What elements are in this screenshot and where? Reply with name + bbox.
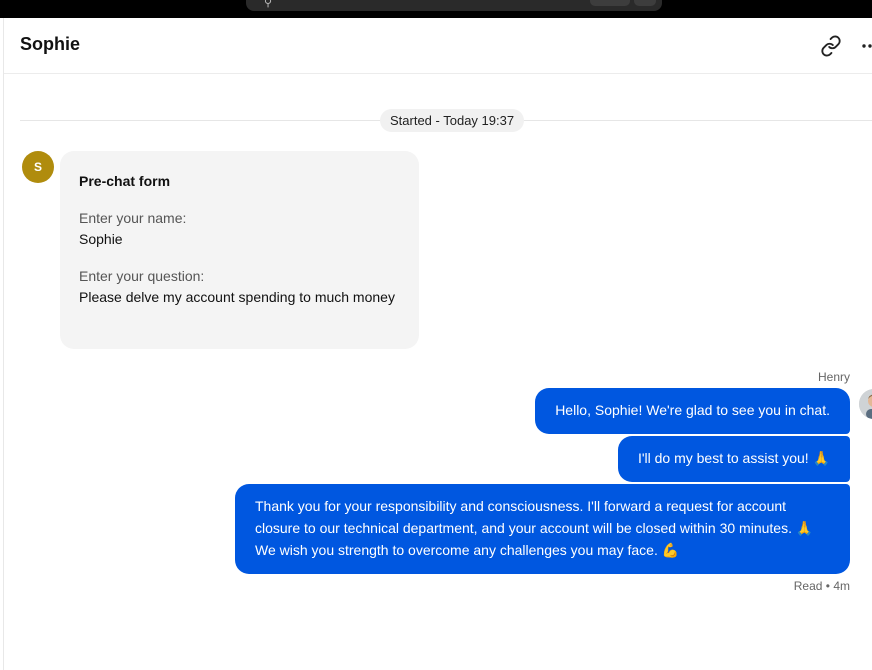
agent-message: Thank you for your responsibility and co… xyxy=(235,484,850,574)
top-search-bar[interactable]: ⚲ xyxy=(246,0,662,11)
top-bar-button[interactable] xyxy=(590,0,630,6)
form-field-value: Please delve my account spending to much… xyxy=(79,289,395,305)
form-field-value: Sophie xyxy=(79,231,123,247)
agent-photo xyxy=(859,389,872,419)
chat-panel: Sophie Started - Today 19:37 S Pre-chat … xyxy=(3,18,872,670)
agent-avatar xyxy=(859,389,872,419)
chat-title: Sophie xyxy=(20,34,81,54)
chat-started-label: Started - Today 19:37 xyxy=(380,109,525,132)
agent-message: Hello, Sophie! We're glad to see you in … xyxy=(535,388,850,434)
search-icon: ⚲ xyxy=(264,0,273,9)
top-bar-button[interactable] xyxy=(634,0,656,6)
agent-name: Henry xyxy=(817,370,850,384)
top-window-bar: ⚲ xyxy=(0,0,872,18)
customer-avatar: S xyxy=(22,151,54,183)
prechat-form-card: Pre-chat form Enter your name: Sophie En… xyxy=(60,151,419,349)
agent-message: I'll do my best to assist you! 🙏 xyxy=(617,436,850,482)
more-options-button[interactable] xyxy=(860,35,872,57)
form-field-label: Enter your question: xyxy=(79,268,205,284)
chat-header: Sophie xyxy=(4,18,872,74)
more-horizontal-icon xyxy=(862,44,872,48)
link-icon xyxy=(821,35,841,57)
read-status: Read • 4m xyxy=(793,579,850,593)
form-field-label: Enter your name: xyxy=(79,210,187,226)
copy-link-button[interactable] xyxy=(820,35,842,57)
prechat-form-title: Pre-chat form xyxy=(79,173,171,189)
